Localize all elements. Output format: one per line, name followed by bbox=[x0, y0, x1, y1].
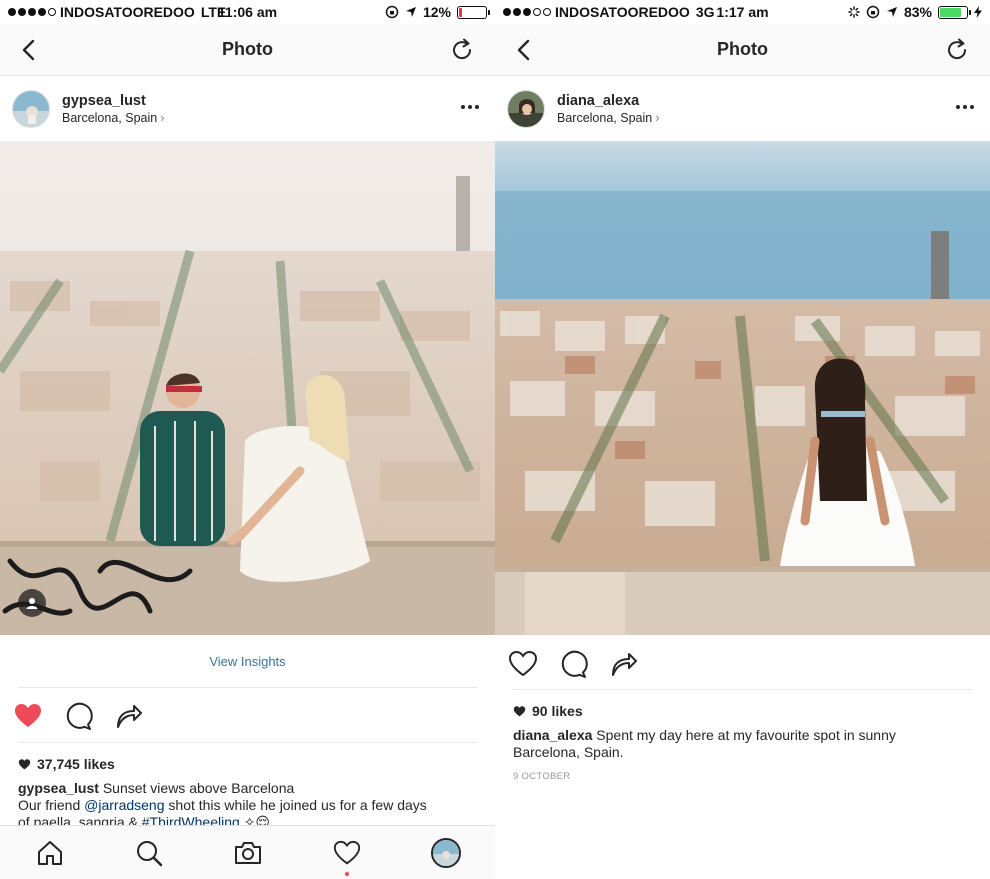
chevron-left-icon[interactable] bbox=[511, 36, 539, 64]
home-icon bbox=[37, 840, 62, 865]
comment-icon[interactable] bbox=[62, 700, 94, 732]
post-location[interactable]: Barcelona, Spain › bbox=[557, 111, 659, 125]
user-tag-icon[interactable] bbox=[18, 589, 46, 617]
search-icon bbox=[136, 840, 162, 866]
tab-activity[interactable] bbox=[330, 836, 364, 876]
mention-link[interactable]: @jarradseng bbox=[84, 797, 164, 813]
post-username[interactable]: gypsea_lust bbox=[62, 93, 164, 109]
heart-icon[interactable] bbox=[507, 648, 539, 680]
tab-bar bbox=[0, 825, 495, 879]
post-date: 9 OCTOBER bbox=[513, 771, 571, 782]
caption-text: Spent my day here at my favourite spot i… bbox=[596, 727, 896, 743]
screenshot-comparison: INDOSATOOREDOO LTE 11:06 am 12% Photo gy… bbox=[0, 0, 990, 879]
caption-username[interactable]: diana_alexa bbox=[513, 727, 592, 743]
caption-text: Our friend bbox=[18, 797, 85, 813]
tab-search[interactable] bbox=[132, 836, 166, 870]
profile-avatar bbox=[430, 837, 461, 868]
caption-username[interactable]: gypsea_lust bbox=[18, 780, 99, 796]
post-header: gypsea_lust Barcelona, Spain › bbox=[0, 77, 495, 140]
divider bbox=[513, 689, 972, 690]
rotation-lock-icon bbox=[866, 5, 880, 19]
caption-text: Sunset views above Barcelona bbox=[102, 780, 295, 796]
rotation-lock-icon bbox=[385, 5, 399, 19]
page-title: Photo bbox=[222, 39, 273, 59]
location-arrow-icon bbox=[405, 7, 416, 17]
loading-icon bbox=[848, 6, 860, 18]
signal-strength-icon bbox=[503, 8, 551, 16]
divider bbox=[18, 687, 477, 688]
battery-icon bbox=[938, 5, 971, 19]
battery-icon bbox=[457, 5, 490, 19]
right-phone-screen: INDOSATOOREDOO 3G 1:17 am 83% Photo dian… bbox=[495, 0, 990, 879]
post-actions bbox=[507, 644, 990, 684]
left-phone-screen: INDOSATOOREDOO LTE 11:06 am 12% Photo gy… bbox=[0, 0, 495, 879]
chevron-right-icon: › bbox=[655, 110, 660, 125]
notification-dot bbox=[344, 871, 349, 876]
divider bbox=[18, 742, 477, 743]
post-photo[interactable] bbox=[495, 141, 990, 635]
chevron-left-icon[interactable] bbox=[16, 36, 44, 64]
post-photo[interactable] bbox=[0, 141, 495, 635]
avatar[interactable] bbox=[507, 89, 545, 128]
share-icon[interactable] bbox=[607, 648, 639, 680]
caption-text: Barcelona, Spain. bbox=[513, 744, 624, 760]
post-location[interactable]: Barcelona, Spain › bbox=[62, 111, 164, 125]
page-title: Photo bbox=[717, 39, 768, 59]
tab-camera[interactable] bbox=[231, 836, 265, 870]
refresh-icon[interactable] bbox=[944, 37, 970, 63]
comment-icon[interactable] bbox=[557, 648, 589, 680]
post-caption: diana_alexa Spent my day here at my favo… bbox=[513, 727, 973, 761]
chevron-right-icon: › bbox=[160, 110, 165, 125]
post-actions bbox=[12, 696, 495, 736]
signal-strength-icon bbox=[8, 8, 56, 16]
location-label: Barcelona, Spain bbox=[62, 110, 158, 125]
like-count[interactable]: 90 likes bbox=[513, 703, 583, 719]
status-bar: INDOSATOOREDOO LTE 11:06 am 12% bbox=[0, 0, 495, 24]
battery-percent: 12% bbox=[422, 4, 451, 20]
navigation-bar: Photo bbox=[0, 24, 495, 76]
navigation-bar: Photo bbox=[495, 24, 990, 76]
charging-bolt-icon bbox=[974, 6, 982, 18]
location-label: Barcelona, Spain bbox=[557, 110, 653, 125]
heart-icon bbox=[18, 758, 31, 769]
tab-home[interactable] bbox=[33, 836, 67, 870]
post-caption: gypsea_lust Sunset views above Barcelona… bbox=[18, 780, 488, 831]
share-icon[interactable] bbox=[112, 700, 144, 732]
battery-percent: 83% bbox=[903, 4, 932, 20]
carrier-name: INDOSATOOREDOO bbox=[60, 4, 195, 20]
post-header: diana_alexa Barcelona, Spain › bbox=[495, 77, 990, 140]
status-bar: INDOSATOOREDOO 3G 1:17 am 83% bbox=[495, 0, 990, 24]
carrier-name: INDOSATOOREDOO bbox=[555, 4, 690, 20]
likes-text: 90 likes bbox=[532, 703, 583, 719]
refresh-icon[interactable] bbox=[449, 37, 475, 63]
heart-icon[interactable] bbox=[12, 700, 44, 732]
more-horizontal-icon[interactable] bbox=[461, 105, 479, 109]
camera-icon bbox=[234, 841, 261, 864]
status-time: 11:06 am bbox=[217, 4, 278, 20]
view-insights-link[interactable]: View Insights bbox=[0, 654, 495, 669]
avatar[interactable] bbox=[12, 89, 50, 128]
more-horizontal-icon[interactable] bbox=[956, 105, 974, 109]
post-username[interactable]: diana_alexa bbox=[557, 93, 659, 109]
tab-profile[interactable] bbox=[429, 836, 463, 870]
heart-icon bbox=[513, 705, 526, 716]
likes-text: 37,745 likes bbox=[37, 756, 115, 772]
like-count[interactable]: 37,745 likes bbox=[18, 756, 115, 772]
network-type: 3G bbox=[695, 4, 715, 20]
heart-icon bbox=[333, 840, 360, 864]
status-time: 1:17 am bbox=[716, 4, 769, 20]
location-arrow-icon bbox=[886, 7, 897, 17]
caption-text: shot this while he joined us for a few d… bbox=[164, 797, 427, 813]
